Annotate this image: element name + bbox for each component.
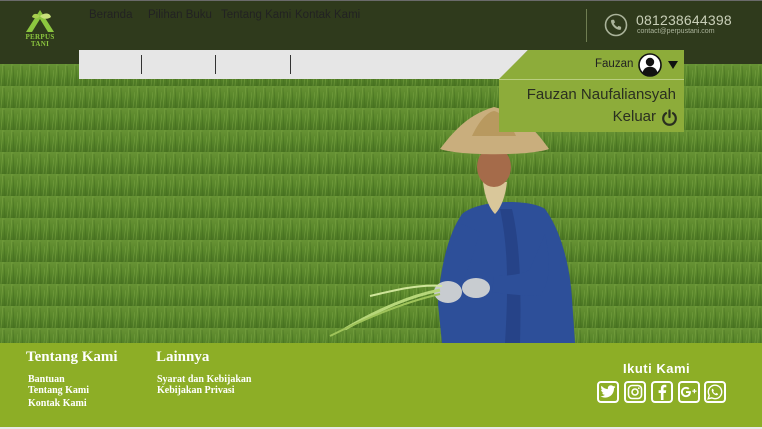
- footer-others-title: Lainnya: [156, 349, 210, 365]
- caret-down-icon[interactable]: [667, 60, 679, 70]
- user-dropdown-menu: Fauzan Naufaliansyah Keluar: [499, 79, 684, 132]
- user-full-name[interactable]: Fauzan Naufaliansyah: [527, 86, 676, 103]
- phone-icon: [604, 13, 628, 37]
- user-avatar-icon[interactable]: [638, 53, 662, 77]
- whatsapp-icon[interactable]: [704, 381, 726, 403]
- follow-us-title: Ikuti Kami: [623, 361, 691, 376]
- footer-about-title: Tentang Kami: [26, 349, 118, 365]
- nav-separator: [215, 55, 216, 74]
- logo-text-line2: TANI: [30, 40, 50, 48]
- nav-item-pilihan-buku[interactable]: Pilihan Buku: [148, 9, 212, 21]
- contact-phone[interactable]: 081238644398: [636, 12, 732, 28]
- footer-link-kebijakan-privasi[interactable]: Kebijakan Privasi: [157, 385, 235, 396]
- instagram-icon[interactable]: [624, 381, 646, 403]
- power-icon[interactable]: [661, 109, 678, 126]
- facebook-icon[interactable]: [651, 381, 673, 403]
- footer-link-bantuan[interactable]: Bantuan: [28, 374, 65, 385]
- logout-link[interactable]: Keluar: [613, 108, 656, 125]
- twitter-icon[interactable]: [597, 381, 619, 403]
- logo-mark-icon: [26, 10, 54, 32]
- footer-link-syarat[interactable]: Syarat dan Kebijakan: [157, 374, 251, 385]
- footer-link-tentang-kami[interactable]: Tentang Kami: [28, 385, 89, 396]
- google-plus-icon[interactable]: [678, 381, 700, 403]
- nav-separator: [141, 55, 142, 74]
- main-nav: [79, 50, 528, 79]
- footer-link-kontak-kami[interactable]: Kontak Kami: [28, 398, 87, 409]
- nav-item-tentang-kami[interactable]: Tentang Kami: [221, 9, 291, 21]
- nav-item-beranda[interactable]: Beranda: [89, 9, 132, 21]
- nav-item-kontak-kami[interactable]: Kontak Kami: [295, 9, 360, 21]
- contact-divider: [586, 9, 587, 42]
- perpustani-logo[interactable]: PERPUS TANI: [20, 8, 60, 48]
- contact-email[interactable]: contact@perpustani.com: [637, 28, 715, 35]
- user-menu-name[interactable]: Fauzan: [595, 58, 633, 70]
- nav-separator: [290, 55, 291, 74]
